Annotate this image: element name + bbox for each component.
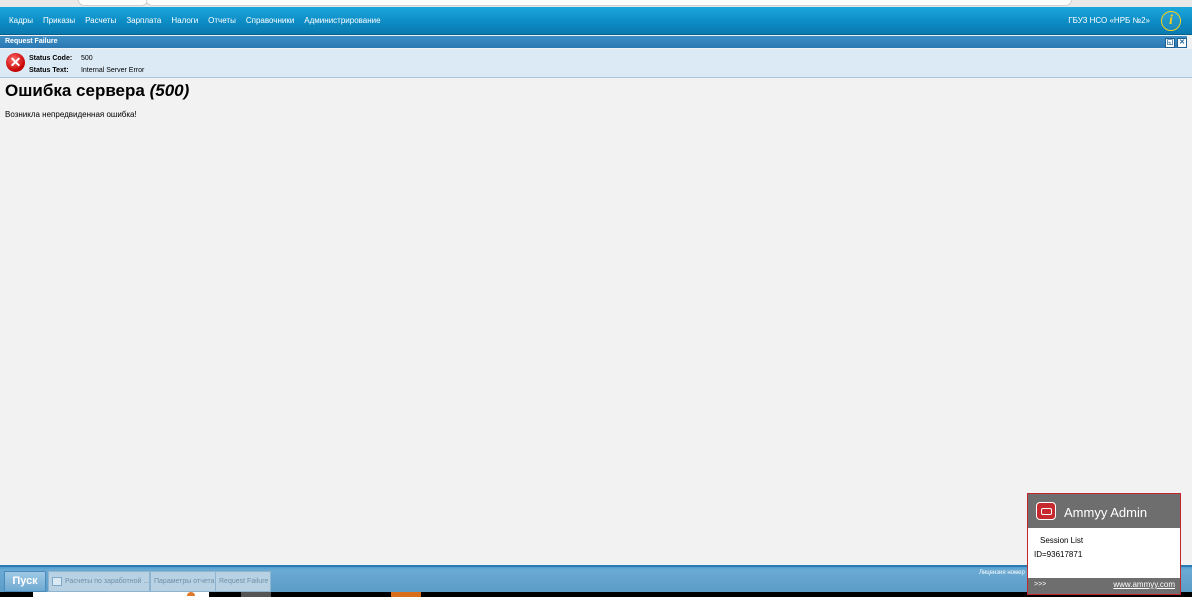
- status-text-label: Status Text:: [29, 67, 69, 74]
- status-text-row: Status Text: Internal Server Error: [29, 67, 144, 74]
- browser-address-bar[interactable]: [146, 0, 1072, 6]
- status-panel: ✕ Status Code: 500 Status Text: Internal…: [0, 49, 1192, 78]
- window-controls: ◱ ✕: [1165, 38, 1187, 48]
- status-text-value: Internal Server Error: [80, 67, 145, 74]
- menu-item-prikazy[interactable]: Приказы: [38, 16, 80, 25]
- ammyy-header: Ammyy Admin: [1028, 494, 1180, 528]
- info-icon[interactable]: i: [1161, 11, 1181, 31]
- session-list[interactable]: Session List: [1040, 536, 1083, 545]
- task-label: Расчеты по заработной ...: [65, 578, 150, 585]
- main-menu-bar: Кадры Приказы Расчеты Зарплата Налоги От…: [0, 7, 1192, 35]
- ammyy-logo-icon: [1036, 502, 1056, 520]
- status-code-row: Status Code: 500: [29, 55, 93, 62]
- status-code-value: 500: [80, 55, 93, 62]
- window-title: Request Failure: [5, 38, 58, 45]
- error-code: (500): [149, 81, 190, 100]
- app-root: Кадры Приказы Расчеты Зарплата Налоги От…: [0, 0, 1192, 597]
- restore-icon[interactable]: ◱: [1165, 38, 1175, 48]
- window-title-bar: Request Failure ◱ ✕: [0, 36, 1187, 48]
- task-label: Параметры отчета: [154, 578, 215, 585]
- close-icon[interactable]: ✕: [1177, 38, 1187, 48]
- browser-strip: [0, 0, 1192, 7]
- task-request-failure[interactable]: Request Failure: [215, 571, 271, 592]
- start-button[interactable]: Пуск: [4, 571, 46, 592]
- page-title: Ошибка сервера (500): [5, 81, 189, 101]
- main-menu: Кадры Приказы Расчеты Зарплата Налоги От…: [0, 7, 1192, 34]
- ammyy-footer: >>> www.ammyy.com: [1028, 578, 1180, 594]
- browser-tab[interactable]: [78, 0, 148, 6]
- ammyy-website-link[interactable]: www.ammyy.com: [1113, 580, 1175, 589]
- menu-item-zarplata[interactable]: Зарплата: [121, 16, 166, 25]
- os-taskbar-strip: [0, 592, 1192, 597]
- menu-item-administrirovanie[interactable]: Администрирование: [299, 16, 385, 25]
- strip-segment: [391, 592, 421, 597]
- menu-item-raschety[interactable]: Расчеты: [80, 16, 121, 25]
- window-icon: [52, 576, 62, 586]
- error-content: Ошибка сервера (500) Возникла непредвиде…: [0, 79, 1192, 565]
- strip-segment: [187, 592, 195, 596]
- strip-segment: [209, 592, 241, 597]
- ammyy-id: ID=93617871: [1034, 550, 1083, 559]
- taskbar: Пуск Расчеты по заработной ... Параметры…: [0, 565, 1192, 594]
- strip-segment: [0, 592, 33, 597]
- ammyy-title: Ammyy Admin: [1064, 505, 1148, 520]
- error-heading: Ошибка сервера: [5, 81, 145, 100]
- license-text: Лицензия номер: [979, 570, 1025, 576]
- error-message: Возникла непредвиденная ошибка!: [5, 110, 137, 119]
- menu-item-nalogi[interactable]: Налоги: [166, 16, 203, 25]
- ammyy-admin-popup: Ammyy Admin Session List ID=93617871 >>>…: [1027, 493, 1181, 595]
- menu-item-kadry[interactable]: Кадры: [4, 16, 38, 25]
- ammyy-body: Session List ID=93617871: [1028, 528, 1180, 578]
- organization-name: ГБУЗ НСО «НРБ №2»: [1068, 16, 1150, 25]
- ammyy-expand-button[interactable]: >>>: [1034, 581, 1046, 588]
- error-icon: ✕: [6, 53, 25, 72]
- task-report-params[interactable]: Параметры отчета: [150, 571, 217, 592]
- strip-segment: [241, 592, 271, 597]
- menu-item-otchety[interactable]: Отчеты: [203, 16, 241, 25]
- menu-item-spravochniki[interactable]: Справочники: [241, 16, 299, 25]
- strip-segment: [271, 592, 391, 597]
- status-code-label: Status Code:: [29, 55, 73, 62]
- task-label: Request Failure: [219, 578, 269, 585]
- task-payroll[interactable]: Расчеты по заработной ...: [48, 571, 150, 592]
